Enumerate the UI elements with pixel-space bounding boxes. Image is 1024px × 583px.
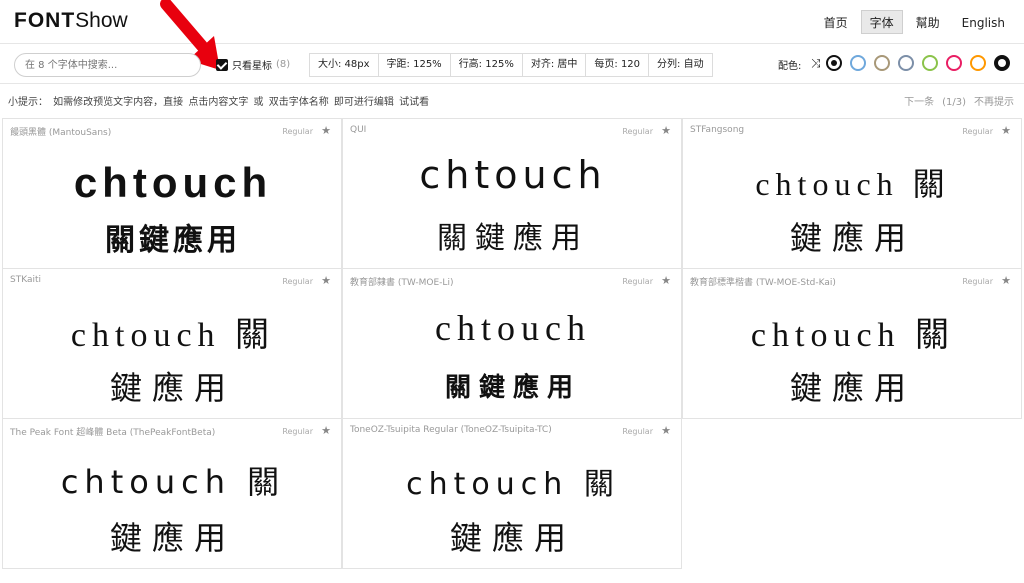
preview-latin-text[interactable]: chtouch — [343, 307, 681, 349]
star-icon[interactable]: ★ — [661, 124, 671, 137]
nav-help[interactable]: 幫助 — [907, 10, 949, 34]
font-style-label: Regular — [622, 277, 653, 286]
font-card[interactable]: 教育部標準楷書 (TW-MOE-Std-Kai) Regular ★ chtou… — [682, 268, 1022, 419]
preview-latin-text[interactable]: chtouch 關 — [343, 459, 681, 503]
color-swatches — [826, 55, 1010, 71]
font-grid: 饅頭黑體 (MantouSans) Regular ★ chtouch 關鍵應用… — [2, 118, 1022, 570]
tips-text: 小提示： 如需修改预览文字内容，直接 点击内容文字 或 双击字体名称 即可进行编… — [8, 97, 430, 108]
nav-fonts[interactable]: 字体 — [860, 10, 903, 34]
font-name[interactable]: STFangsong — [690, 125, 744, 135]
logo-show-text: Show — [75, 9, 128, 32]
font-search-input[interactable] — [14, 53, 201, 77]
color-scheme-label: 配色: — [778, 61, 802, 72]
star-icon[interactable]: ★ — [661, 274, 671, 287]
preview-latin-text[interactable]: chtouch 關 — [683, 307, 1021, 356]
nav-home[interactable]: 首页 — [815, 10, 857, 34]
font-style-label: Regular — [282, 127, 313, 136]
star-icon[interactable]: ★ — [1001, 274, 1011, 287]
star-icon[interactable]: ★ — [321, 124, 331, 137]
font-style-label: Regular — [962, 277, 993, 286]
header: FONTShow 首页 字体 幫助 English — [0, 0, 1024, 44]
tips-hide-button[interactable]: 不再提示 — [974, 97, 1014, 108]
star-icon[interactable]: ★ — [661, 424, 671, 437]
preview-cjk-text[interactable]: 鍵應用 — [3, 513, 341, 559]
preview-latin-text[interactable]: chtouch — [343, 153, 681, 197]
preview-cjk-text[interactable]: 關鍵應用 — [343, 213, 681, 257]
line-height-option[interactable]: 行高: 125% — [449, 53, 523, 77]
star-icon[interactable]: ★ — [1001, 124, 1011, 137]
tips-page-indicator: (1/3) — [942, 97, 966, 108]
nav-english[interactable]: English — [953, 10, 1014, 34]
preview-latin-text[interactable]: chtouch 關 — [683, 159, 1021, 205]
color-swatch-tan[interactable] — [874, 55, 890, 71]
color-swatch-green[interactable] — [922, 55, 938, 71]
font-style-label: Regular — [622, 427, 653, 436]
font-name[interactable]: QUI — [350, 125, 366, 135]
preview-latin-text[interactable]: chtouch 關 — [3, 457, 341, 503]
font-style-label: Regular — [282, 277, 313, 286]
tips-controls: 下一条 (1/3) 不再提示 — [896, 93, 1014, 108]
preview-latin-text[interactable]: chtouch — [3, 159, 341, 207]
preview-cjk-text[interactable]: 鍵應用 — [3, 363, 341, 409]
font-name[interactable]: The Peak Font 超峰體 Beta (ThePeakFontBeta) — [10, 425, 215, 438]
font-name[interactable]: STKaiti — [10, 275, 41, 285]
font-style-label: Regular — [962, 127, 993, 136]
font-card[interactable]: 饅頭黑體 (MantouSans) Regular ★ chtouch 關鍵應用 — [2, 118, 342, 269]
logo[interactable]: FONTShow — [14, 9, 128, 33]
favorites-only-toggle[interactable]: 只看星标 (8) — [216, 57, 290, 72]
font-card[interactable]: ToneOZ-Tsuipita Regular (ToneOZ-Tsuipita… — [342, 418, 682, 569]
font-card[interactable]: STKaiti Regular ★ chtouch 關 鍵應用 — [2, 268, 342, 419]
favorites-label: 只看星标 — [232, 61, 272, 72]
color-swatch-pink[interactable] — [946, 55, 962, 71]
font-card[interactable]: 教育部隸書 (TW-MOE-Li) Regular ★ chtouch 關鍵應用 — [342, 268, 682, 419]
preview-cjk-text[interactable]: 鍵應用 — [683, 363, 1021, 409]
color-swatch-black[interactable] — [826, 55, 842, 71]
star-icon[interactable]: ★ — [321, 424, 331, 437]
font-name[interactable]: 教育部隸書 (TW-MOE-Li) — [350, 275, 453, 288]
preview-cjk-text[interactable]: 鍵應用 — [343, 513, 681, 559]
letter-spacing-option[interactable]: 字距: 125% — [377, 53, 451, 77]
favorites-count: (8) — [276, 59, 291, 70]
per-page-option[interactable]: 每页: 120 — [585, 53, 650, 77]
star-icon[interactable]: ★ — [321, 274, 331, 287]
align-option[interactable]: 对齐: 居中 — [521, 53, 587, 77]
font-card[interactable]: QUI Regular ★ chtouch 關鍵應用 — [342, 118, 682, 269]
shuffle-icon[interactable]: ⤨ — [811, 56, 821, 71]
font-card[interactable]: The Peak Font 超峰體 Beta (ThePeakFontBeta)… — [2, 418, 342, 569]
font-style-label: Regular — [622, 127, 653, 136]
tips-next-button[interactable]: 下一条 — [904, 97, 934, 108]
color-swatch-dark-mode[interactable] — [994, 55, 1010, 71]
logo-font-text: FONT — [14, 9, 76, 32]
font-name[interactable]: 教育部標準楷書 (TW-MOE-Std-Kai) — [690, 275, 836, 288]
size-option[interactable]: 大小: 48px — [309, 53, 379, 77]
preview-cjk-text[interactable]: 關鍵應用 — [3, 215, 341, 259]
favorites-checkbox[interactable] — [216, 58, 228, 71]
font-card[interactable]: STFangsong Regular ★ chtouch 關 鍵應用 — [682, 118, 1022, 269]
color-swatch-blue[interactable] — [850, 55, 866, 71]
columns-option[interactable]: 分列: 自动 — [648, 53, 713, 77]
preview-cjk-text[interactable]: 關鍵應用 — [343, 367, 681, 404]
preview-latin-text[interactable]: chtouch 關 — [3, 307, 341, 356]
preview-cjk-text[interactable]: 鍵應用 — [683, 213, 1021, 259]
preview-options: 大小: 48px 字距: 125% 行高: 125% 对齐: 居中 每页: 12… — [309, 53, 713, 77]
top-nav: 首页 字体 幫助 English — [815, 10, 1014, 34]
color-swatch-slate[interactable] — [898, 55, 914, 71]
font-name[interactable]: 饅頭黑體 (MantouSans) — [10, 125, 111, 138]
font-name[interactable]: ToneOZ-Tsuipita Regular (ToneOZ-Tsuipita… — [350, 425, 552, 435]
toolbar: 只看星标 (8) 大小: 48px 字距: 125% 行高: 125% 对齐: … — [0, 44, 1024, 84]
font-style-label: Regular — [282, 427, 313, 436]
color-swatch-orange[interactable] — [970, 55, 986, 71]
